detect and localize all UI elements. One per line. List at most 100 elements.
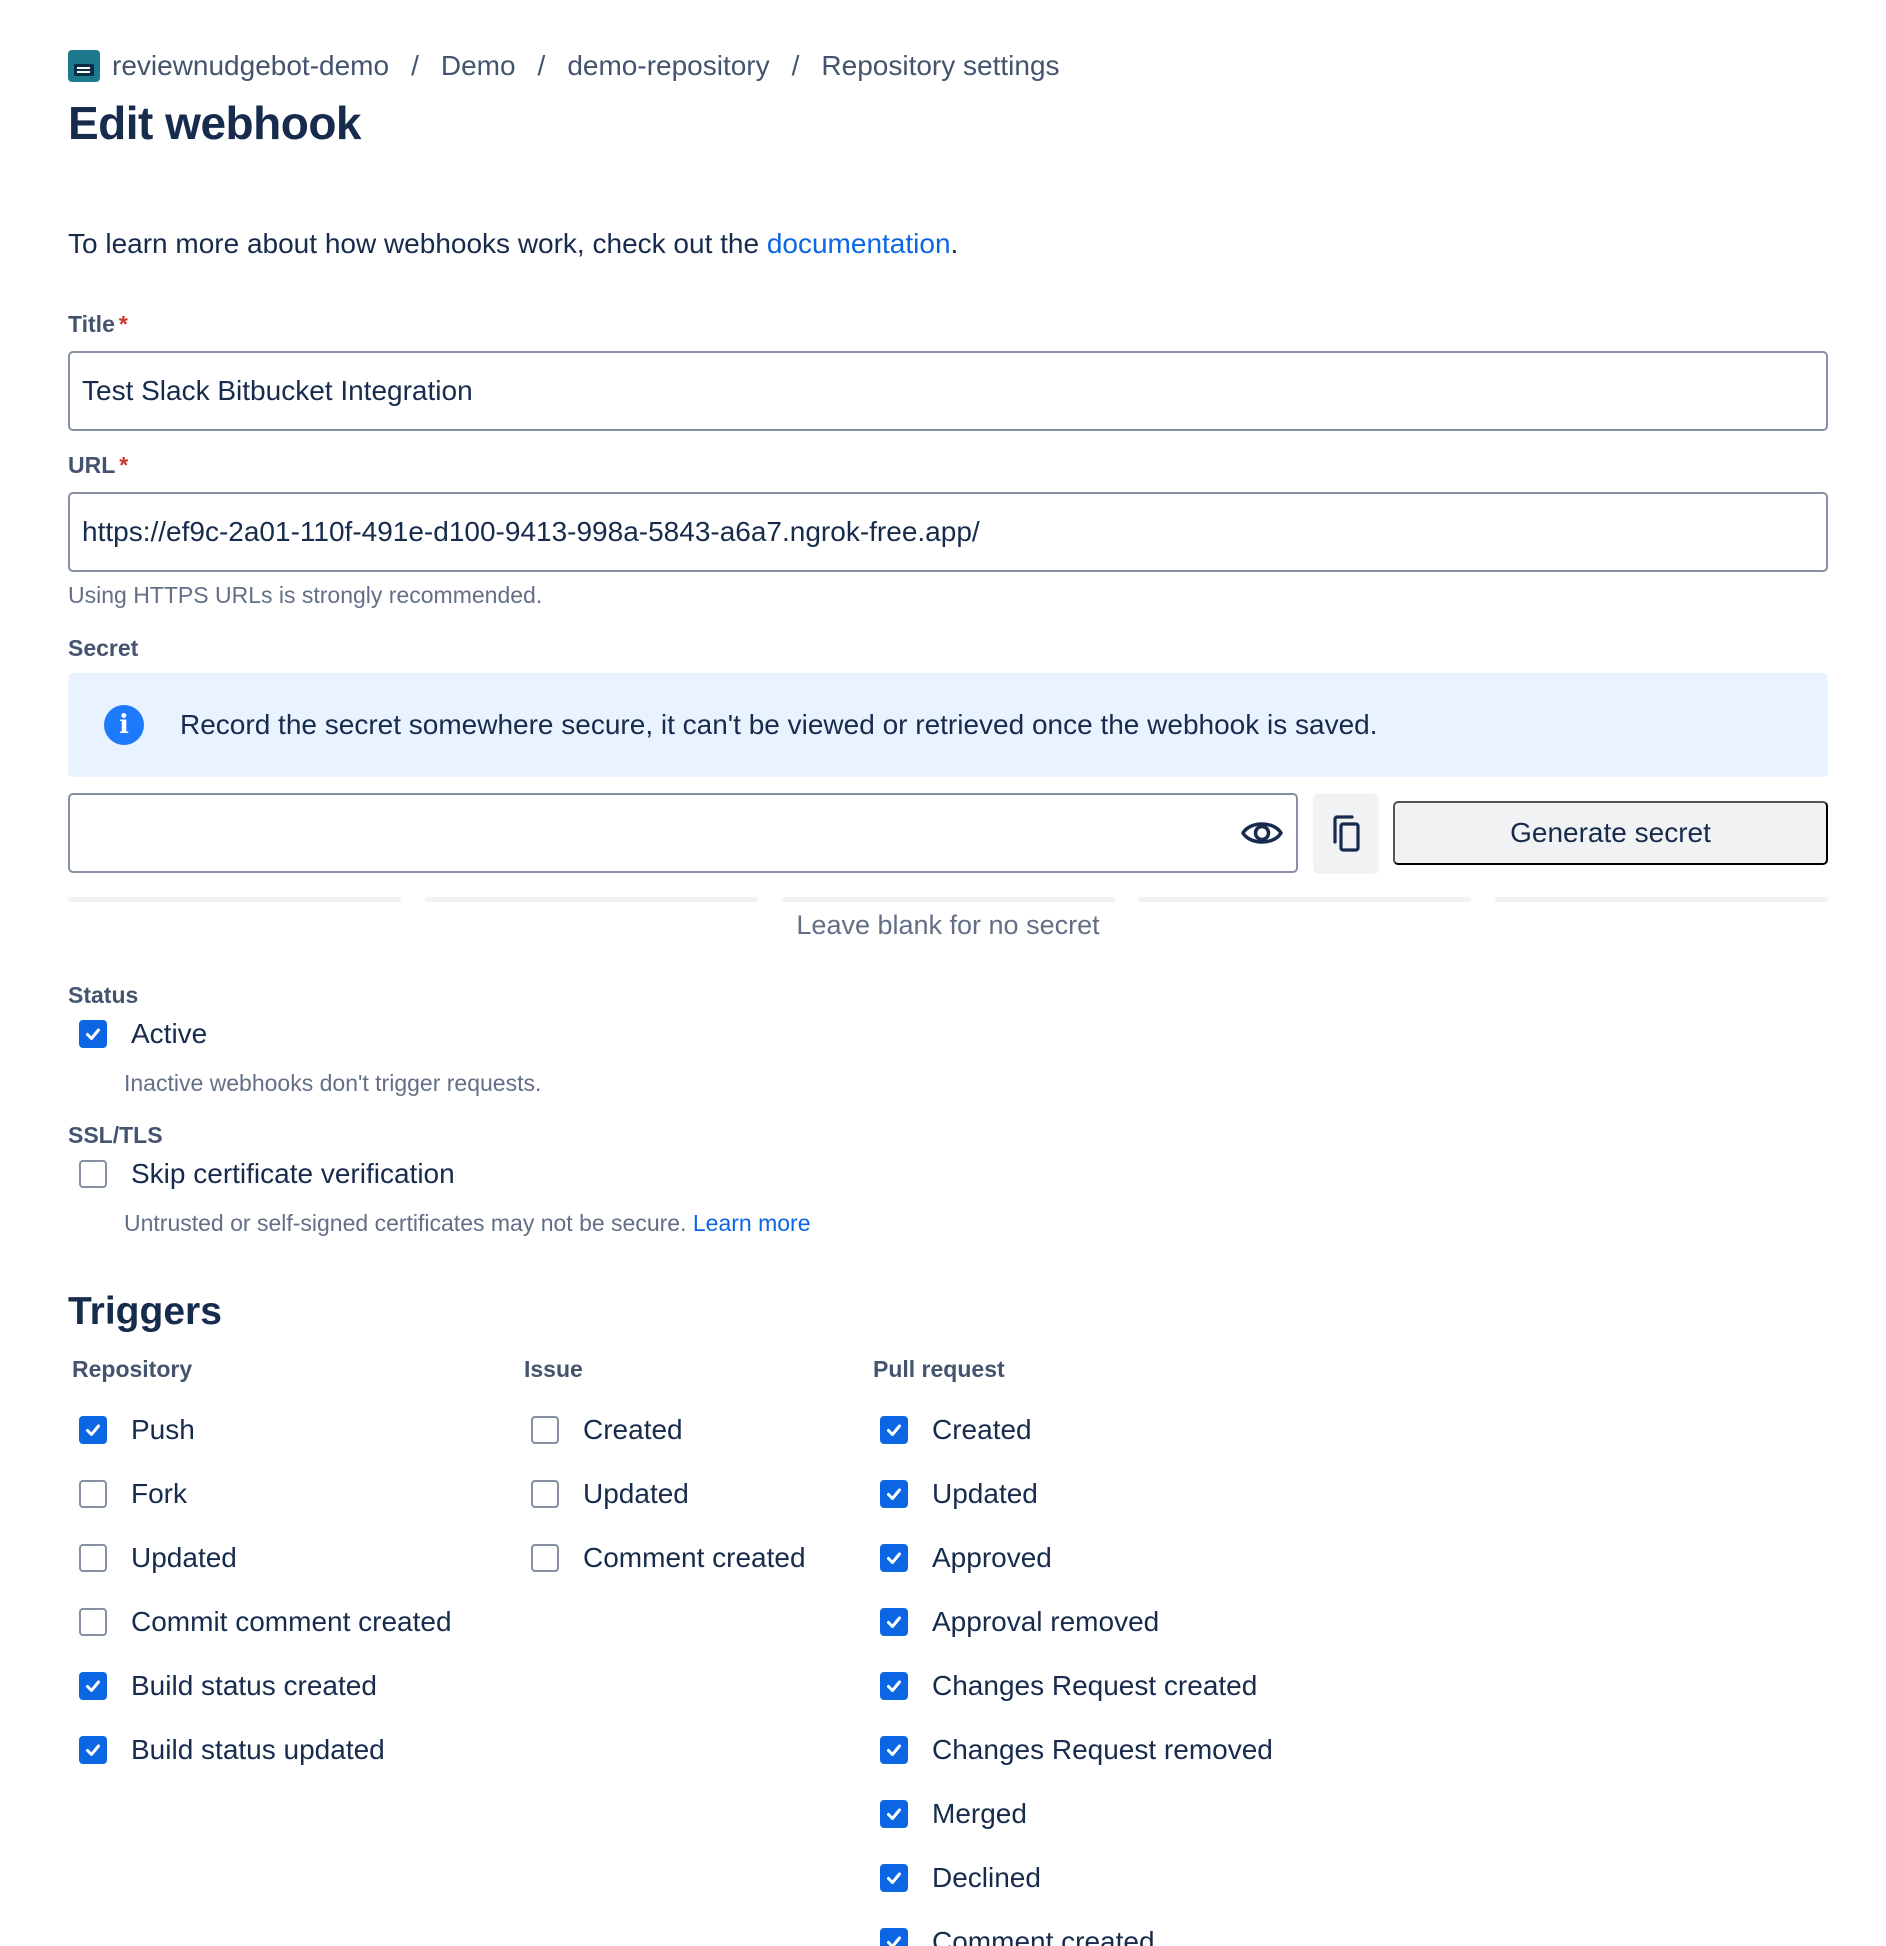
repository-triggers-heading: Repository — [72, 1356, 193, 1382]
skip-cert-label: Skip certificate verification — [131, 1158, 455, 1189]
url-label: URL * — [68, 452, 128, 479]
skip-cert-checkbox[interactable] — [79, 1160, 107, 1188]
secret-label: Secret — [68, 635, 139, 661]
breadcrumb-repository[interactable]: demo-repository — [567, 50, 769, 82]
triggers-title: Triggers — [68, 1290, 222, 1333]
pull-request-trigger-row[interactable]: Changes Request created — [869, 1670, 1257, 1702]
repository-trigger-checkbox[interactable] — [79, 1736, 107, 1764]
url-required-mark: * — [119, 452, 129, 478]
secret-input[interactable] — [68, 793, 1298, 873]
breadcrumb: reviewnudgebot-demo / Demo / demo-reposi… — [68, 48, 1060, 84]
pull-request-trigger-label: Created — [932, 1414, 1032, 1445]
issue-trigger-checkbox[interactable] — [531, 1480, 559, 1508]
checkmark-icon — [86, 1744, 100, 1756]
active-checkbox-row[interactable]: Active — [68, 1018, 207, 1050]
repository-trigger-checkbox[interactable] — [79, 1672, 107, 1700]
issue-trigger-checkbox[interactable] — [531, 1416, 559, 1444]
pull-request-trigger-checkbox[interactable] — [880, 1544, 908, 1572]
pull-request-trigger-checkbox[interactable] — [880, 1672, 908, 1700]
status-label: Status — [68, 982, 139, 1008]
breadcrumb-workspace[interactable]: reviewnudgebot-demo — [112, 50, 389, 82]
repository-trigger-row[interactable]: Updated — [68, 1542, 237, 1574]
checkmark-icon — [887, 1872, 901, 1884]
pull-request-trigger-label: Approval removed — [932, 1606, 1160, 1637]
pull-request-trigger-label: Updated — [932, 1478, 1038, 1509]
pull-request-trigger-row[interactable]: Declined — [869, 1862, 1041, 1894]
repository-trigger-checkbox[interactable] — [79, 1480, 107, 1508]
repository-trigger-checkbox[interactable] — [79, 1416, 107, 1444]
repository-trigger-row[interactable]: Build status updated — [68, 1734, 385, 1766]
issue-trigger-row[interactable]: Created — [520, 1414, 683, 1446]
issue-triggers-heading: Issue — [524, 1356, 583, 1382]
copy-secret-button[interactable] — [1313, 794, 1379, 874]
pull-request-trigger-label: Merged — [932, 1798, 1027, 1829]
issue-trigger-row[interactable]: Updated — [520, 1478, 689, 1510]
title-input-value: Test Slack Bitbucket Integration — [82, 375, 473, 406]
breadcrumb-repository-settings[interactable]: Repository settings — [821, 50, 1059, 82]
repository-trigger-row[interactable]: Push — [68, 1414, 195, 1446]
pull-request-trigger-checkbox[interactable] — [880, 1928, 908, 1946]
active-checkbox[interactable] — [79, 1020, 107, 1048]
repository-trigger-label: Updated — [131, 1542, 237, 1573]
repository-trigger-label: Fork — [131, 1478, 187, 1509]
url-label-text: URL — [68, 452, 116, 478]
strength-segment — [1495, 897, 1828, 902]
pull-request-trigger-row[interactable]: Changes Request removed — [869, 1734, 1273, 1766]
issue-trigger-checkbox[interactable] — [531, 1544, 559, 1572]
pull-request-trigger-row[interactable]: Updated — [869, 1478, 1038, 1510]
show-secret-eye-icon[interactable] — [1240, 813, 1284, 853]
repository-trigger-row[interactable]: Build status created — [68, 1670, 377, 1702]
repository-trigger-checkbox[interactable] — [79, 1608, 107, 1636]
repository-trigger-row[interactable]: Commit comment created — [68, 1606, 452, 1638]
intro-text-suffix: . — [950, 228, 959, 259]
repository-trigger-label: Build status updated — [131, 1734, 385, 1765]
breadcrumb-project[interactable]: Demo — [441, 50, 516, 82]
documentation-link[interactable]: documentation — [767, 228, 951, 259]
breadcrumb-separator: / — [537, 50, 546, 81]
checkmark-icon — [887, 1552, 901, 1564]
checkmark-icon — [887, 1744, 901, 1756]
pull-request-trigger-row[interactable]: Approval removed — [869, 1606, 1159, 1638]
pull-request-trigger-row[interactable]: Merged — [869, 1798, 1027, 1830]
pull-request-trigger-label: Comment created — [932, 1926, 1155, 1946]
title-input[interactable]: Test Slack Bitbucket Integration — [68, 351, 1828, 431]
pull-request-trigger-checkbox[interactable] — [880, 1608, 908, 1636]
pull-request-trigger-row[interactable]: Comment created — [869, 1926, 1155, 1946]
url-input-value: https://ef9c-2a01-110f-491e-d100-9413-99… — [82, 516, 980, 547]
checkmark-icon — [887, 1936, 901, 1946]
url-input[interactable]: https://ef9c-2a01-110f-491e-d100-9413-99… — [68, 492, 1828, 572]
pull-request-trigger-checkbox[interactable] — [880, 1416, 908, 1444]
checkmark-icon — [86, 1680, 100, 1692]
pull-request-trigger-row[interactable]: Created — [869, 1414, 1032, 1446]
url-helper-text: Using HTTPS URLs is strongly recommended… — [68, 582, 543, 608]
checkmark-icon — [887, 1680, 901, 1692]
pull-request-trigger-label: Approved — [932, 1542, 1052, 1573]
checkmark-icon — [887, 1424, 901, 1436]
secret-info-banner: i Record the secret somewhere secure, it… — [68, 673, 1828, 777]
skip-cert-checkbox-row[interactable]: Skip certificate verification — [68, 1158, 455, 1190]
issue-trigger-label: Comment created — [583, 1542, 806, 1573]
pull-request-trigger-checkbox[interactable] — [880, 1864, 908, 1892]
repository-trigger-checkbox[interactable] — [79, 1544, 107, 1572]
pull-request-trigger-label: Declined — [932, 1862, 1041, 1893]
generate-secret-button[interactable]: Generate secret — [1393, 801, 1828, 865]
breadcrumb-separator: / — [791, 50, 800, 81]
intro-text-body: To learn more about how webhooks work, c… — [68, 228, 767, 259]
pull-request-trigger-row[interactable]: Approved — [869, 1542, 1052, 1574]
secret-strength-hint: Leave blank for no secret — [796, 910, 1100, 940]
strength-segment — [781, 897, 1115, 902]
pull-request-trigger-checkbox[interactable] — [880, 1800, 908, 1828]
repository-trigger-row[interactable]: Fork — [68, 1478, 187, 1510]
pull-request-trigger-checkbox[interactable] — [880, 1736, 908, 1764]
checkmark-icon — [887, 1616, 901, 1628]
skip-cert-help: Untrusted or self-signed certificates ma… — [124, 1210, 811, 1237]
skip-cert-help-text: Untrusted or self-signed certificates ma… — [124, 1210, 687, 1236]
pull-request-trigger-label: Changes Request removed — [932, 1734, 1273, 1765]
repository-trigger-label: Commit comment created — [131, 1606, 452, 1637]
title-label: Title * — [68, 311, 128, 338]
learn-more-link[interactable]: Learn more — [693, 1210, 811, 1236]
pull-request-trigger-checkbox[interactable] — [880, 1480, 908, 1508]
issue-trigger-row[interactable]: Comment created — [520, 1542, 806, 1574]
secret-info-message: Record the secret somewhere secure, it c… — [180, 709, 1378, 740]
strength-segment — [68, 897, 401, 902]
